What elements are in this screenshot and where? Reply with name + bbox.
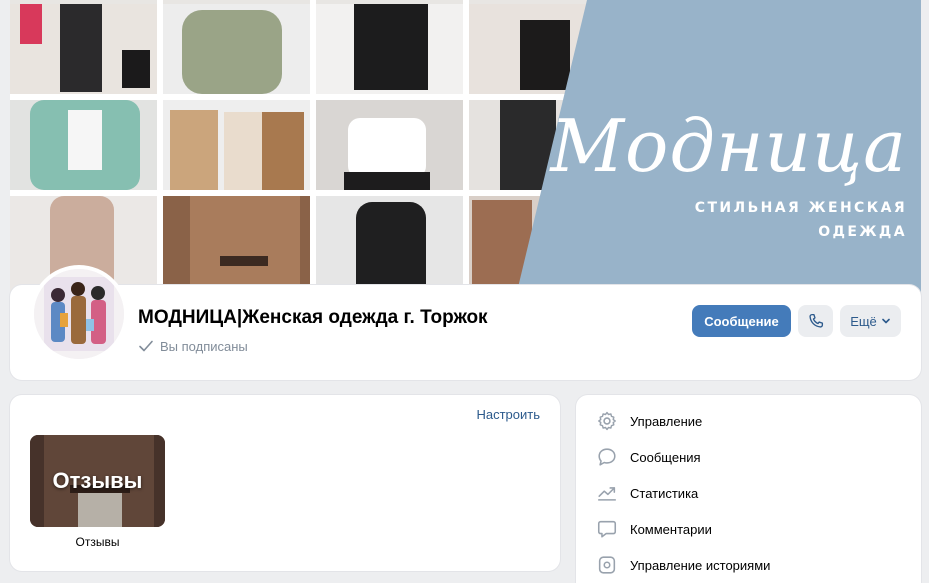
admin-menu-card: Управление Сообщения Статистика Коммента… [576,395,921,583]
community-cover[interactable]: Модница СТИЛЬНАЯ ЖЕНСКАЯ ОДЕЖДА [10,0,921,300]
cover-brand-subtitle: СТИЛЬНАЯ ЖЕНСКАЯ ОДЕЖДА [647,196,907,244]
menu-item-label: Управление [630,413,703,429]
menu-item-label: Статистика [630,485,699,501]
group-name: МОДНИЦА|Женская одежда г. Торжок [138,307,488,328]
menu-item-stories-management[interactable]: Управление историями [596,553,770,577]
phone-icon [808,313,823,328]
menu-item-comments[interactable]: Комментарии [596,517,712,541]
gear-icon [596,410,618,432]
menu-item-label: Комментарии [630,521,712,537]
menu-item-label: Сообщения [630,449,701,465]
more-button-label: Ещё [850,313,877,329]
community-page: Модница СТИЛЬНАЯ ЖЕНСКАЯ ОДЕЖДА МОДНИЦА|… [0,0,929,583]
configure-link[interactable]: Настроить [476,407,540,422]
menu-item-messages[interactable]: Сообщения [596,445,701,469]
community-header-card: МОДНИЦА|Женская одежда г. Торжок Вы подп… [10,265,921,380]
album-reviews[interactable]: Отзывы Отзывы [30,435,165,549]
cover-brand-title: Модница [550,104,907,188]
comment-icon [596,518,618,540]
album-thumbnail: Отзывы [30,435,165,527]
community-avatar[interactable] [30,265,128,363]
subscription-status-label: Вы подписаны [160,338,248,354]
chat-bubble-icon [596,446,618,468]
story-icon [596,554,618,576]
check-icon [139,340,153,352]
subscription-status[interactable]: Вы подписаны [138,338,248,354]
avatar-image [34,269,124,359]
avatar-illustration [34,269,124,359]
more-button[interactable]: Ещё [840,305,901,337]
cover-subtitle-line-1: СТИЛЬНАЯ ЖЕНСКАЯ [694,200,907,216]
album-caption: Отзывы [75,535,120,549]
menu-item-statistics[interactable]: Статистика [596,481,698,505]
call-button[interactable] [798,305,833,337]
album-cover-title: Отзывы [52,468,143,493]
menu-item-label: Управление историями [630,557,771,573]
albums-card: Настроить Отзывы Отзывы [10,395,560,571]
cover-subtitle-line-2: ОДЕЖДА [818,224,907,240]
trend-chart-icon [596,482,618,504]
chevron-down-icon [881,318,890,324]
menu-item-management[interactable]: Управление [596,409,702,433]
message-button[interactable]: Сообщение [692,305,791,337]
